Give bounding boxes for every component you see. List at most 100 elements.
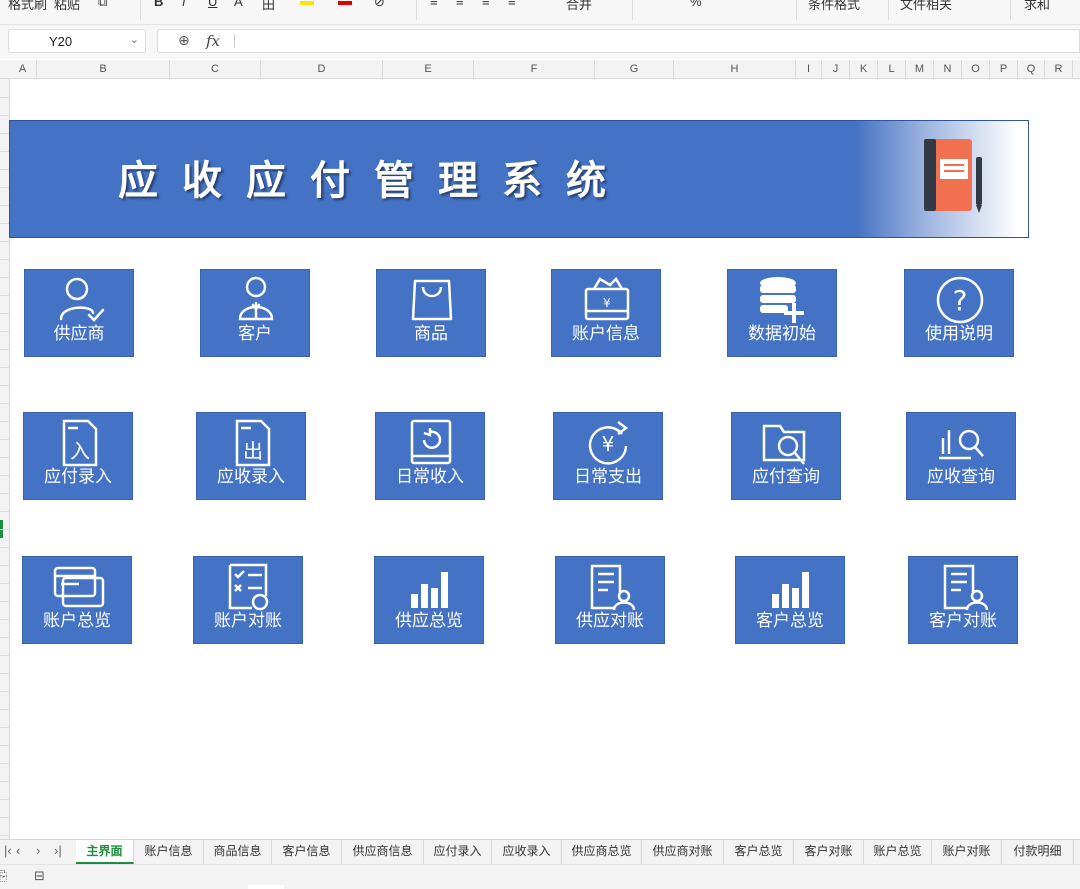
tile-label: 客户	[238, 324, 272, 343]
column-header-cell[interactable]: J	[822, 60, 850, 78]
page-layout-icon[interactable]: ⊟	[34, 868, 45, 884]
copy-icon[interactable]: ⧉	[98, 0, 107, 10]
conditional-format-button[interactable]: 条件格式	[808, 0, 860, 13]
percent-button[interactable]: %	[690, 0, 702, 9]
status-bar: ⎘ ⊟	[0, 864, 1080, 889]
clear-format-icon[interactable]: ⊘	[374, 0, 385, 10]
sheet-tab[interactable]: 供应商信息	[342, 840, 424, 864]
tile-label: 账户对账	[214, 611, 282, 630]
bold-button[interactable]: B	[154, 0, 163, 9]
column-header-cell[interactable]: C	[170, 60, 261, 78]
format-painter-button[interactable]: 格式刷	[8, 0, 47, 13]
function-icon[interactable]: fx	[206, 32, 220, 50]
tile-supplier[interactable]: 供应商	[24, 269, 134, 357]
tile-account-info[interactable]: ¥ 账户信息	[551, 269, 661, 357]
paste-button[interactable]: 粘贴	[54, 0, 80, 13]
tile-daily-income[interactable]: 日常收入	[375, 412, 485, 500]
column-header-cell[interactable]: E	[383, 60, 474, 78]
last-sheet-icon[interactable]: ›|	[54, 843, 62, 858]
page-title: 应收应付管理系统	[118, 158, 630, 204]
folder-search-icon	[762, 424, 806, 465]
sheet-tab[interactable]: 应付录入	[424, 840, 492, 864]
sheet-tab[interactable]: 付款明细	[1002, 840, 1074, 864]
column-header-cell[interactable]: F	[474, 60, 595, 78]
tile-data-init[interactable]: 数据初始	[727, 269, 837, 357]
highlight-color-icon[interactable]	[300, 1, 314, 5]
tile-account-reconcile[interactable]: 账户对账	[193, 556, 303, 644]
tile-receivable-entry[interactable]: 出 应收录入	[196, 412, 306, 500]
align-right-icon[interactable]: ≡	[482, 0, 490, 9]
justify-icon[interactable]: ≡	[508, 0, 516, 9]
sheet-tab[interactable]: 账户总览	[864, 840, 932, 864]
sheet-tab[interactable]: 账户信息	[134, 840, 204, 864]
tile-label: 数据初始	[748, 324, 816, 343]
first-sheet-icon[interactable]: |‹	[4, 843, 12, 858]
book-refresh-icon	[410, 419, 452, 465]
tile-customer[interactable]: 客户	[200, 269, 310, 357]
column-header-cell[interactable]: D	[261, 60, 383, 78]
tile-customer-reconcile[interactable]: 客户对账	[908, 556, 1018, 644]
column-header-cell[interactable]: Q	[1018, 60, 1045, 78]
svg-text:¥: ¥	[602, 432, 615, 456]
sheet-tab[interactable]: 应收录入	[492, 840, 562, 864]
column-header-cell[interactable]: B	[37, 60, 170, 78]
font-color-icon[interactable]	[338, 1, 352, 5]
next-sheet-icon[interactable]: ›	[36, 843, 40, 858]
sheet-tab[interactable]: 客户对账	[794, 840, 864, 864]
tile-supply-overview[interactable]: 供应总览	[374, 556, 484, 644]
underline-button[interactable]: U	[208, 0, 217, 9]
svg-text:?: ?	[953, 284, 968, 317]
tile-supply-reconcile[interactable]: 供应对账	[555, 556, 665, 644]
sheet-tab[interactable]: 主界面	[76, 840, 134, 864]
sheet-tab[interactable]: 客户信息	[272, 840, 342, 864]
bar-chart-icon	[411, 572, 448, 608]
database-add-icon	[760, 277, 804, 323]
sheet-tab[interactable]: 供应商总览	[562, 840, 642, 864]
border-button[interactable]: 田	[262, 0, 275, 13]
chevron-down-icon[interactable]: ⌄	[130, 33, 139, 46]
tile-label: 应收录入	[217, 467, 285, 486]
column-header-cell[interactable]: M	[906, 60, 934, 78]
column-header-cell[interactable]: R	[1045, 60, 1073, 78]
tile-label: 供应对账	[576, 611, 644, 630]
column-header-cell[interactable]: S	[1073, 60, 1080, 78]
sheet-tab[interactable]: 商品信息	[204, 840, 272, 864]
sheet-tab[interactable]: 账户对账	[932, 840, 1002, 864]
column-header-cell[interactable]: G	[595, 60, 674, 78]
column-header-cell[interactable]: I	[796, 60, 822, 78]
tile-customer-overview[interactable]: 客户总览	[735, 556, 845, 644]
column-header-cell[interactable]: O	[962, 60, 990, 78]
name-box[interactable]: Y20 ⌄	[8, 29, 146, 53]
sum-button[interactable]: 求和	[1024, 0, 1050, 13]
column-header-cell[interactable]: N	[934, 60, 962, 78]
tile-payable-entry[interactable]: 入 应付录入	[23, 412, 133, 500]
help-icon: ?	[936, 276, 984, 324]
tile-product[interactable]: 商品	[376, 269, 486, 357]
tile-receivable-query[interactable]: 应收查询	[906, 412, 1016, 500]
column-header-cell[interactable]: K	[850, 60, 878, 78]
tile-daily-expense[interactable]: ¥ 日常支出	[553, 412, 663, 500]
formula-input[interactable]: ⊕ fx	[157, 29, 1080, 53]
column-header-cell[interactable]: H	[674, 60, 796, 78]
ribbon-toolbar: 格式刷 粘贴 ⧉ B I U A 田 ⊘ ≡ ≡ ≡ ≡ 合并 % 条件格式 文…	[0, 0, 1080, 25]
sheet-tab[interactable]: 供应商对账	[642, 840, 724, 864]
sheet-tab[interactable]: 客户总览	[724, 840, 794, 864]
align-center-icon[interactable]: ≡	[456, 0, 464, 9]
italic-button[interactable]: I	[182, 0, 186, 9]
formula-bar: Y20 ⌄ ⊕ fx	[0, 25, 1080, 59]
align-left-icon[interactable]: ≡	[430, 0, 438, 9]
file-related-button[interactable]: 文件相关	[900, 0, 952, 13]
macro-icon[interactable]: ⎘	[0, 868, 7, 884]
merge-button[interactable]: 合并	[566, 0, 592, 13]
column-header-cell[interactable]: L	[878, 60, 906, 78]
document-out-icon: 出	[235, 419, 271, 467]
zoom-icon[interactable]: ⊕	[178, 32, 190, 49]
tile-label: 应收查询	[927, 467, 995, 486]
column-header-cell[interactable]: A	[9, 60, 37, 78]
tile-account-overview[interactable]: 账户总览	[22, 556, 132, 644]
column-header-cell[interactable]: P	[990, 60, 1018, 78]
tile-help[interactable]: ? 使用说明	[904, 269, 1014, 357]
prev-sheet-icon[interactable]: ‹	[16, 843, 20, 858]
font-size-button[interactable]: A	[234, 0, 243, 9]
tile-payable-query[interactable]: 应付查询	[731, 412, 841, 500]
